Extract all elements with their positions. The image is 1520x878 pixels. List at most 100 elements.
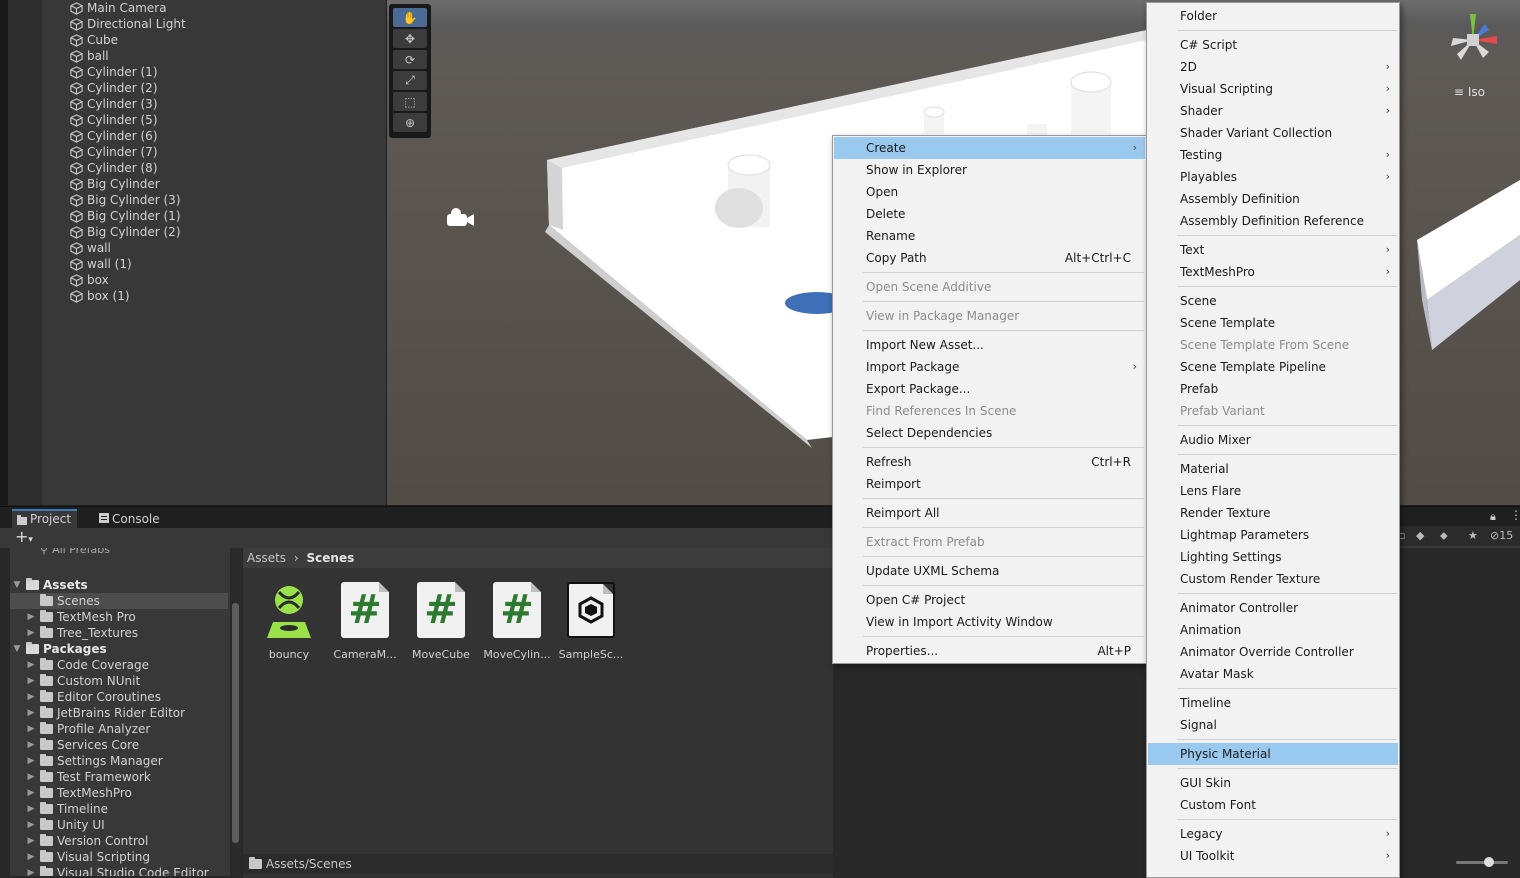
rect-tool-button[interactable]: ⬚	[393, 92, 427, 111]
menu-item[interactable]: C# Script	[1148, 34, 1398, 56]
chevron-right-icon[interactable]: ▶	[26, 689, 36, 705]
menu-item[interactable]: Open	[834, 181, 1145, 203]
rotate-tool-button[interactable]: ⟳	[393, 50, 427, 69]
menu-item[interactable]: Shader ›	[1148, 100, 1398, 122]
zoom-slider-thumb[interactable]	[1484, 857, 1494, 867]
tab-project[interactable]: Project	[12, 509, 78, 529]
breadcrumb-scenes[interactable]: Scenes	[307, 551, 355, 565]
menu-item[interactable]: Copy Path Alt+Ctrl+C	[834, 247, 1145, 269]
tree-item[interactable]: ▶ Tree_Textures	[10, 625, 228, 641]
menu-item[interactable]: Scene Template	[1148, 312, 1398, 334]
chevron-right-icon[interactable]: ▶	[26, 609, 36, 625]
projection-toggle[interactable]: ≡ Iso	[1454, 85, 1485, 99]
tree-item[interactable]: ▶ Version Control	[10, 833, 228, 849]
chevron-right-icon[interactable]: ▶	[26, 753, 36, 769]
menu-item[interactable]: Testing ›	[1148, 144, 1398, 166]
chevron-right-icon[interactable]: ▶	[26, 737, 36, 753]
menu-item[interactable]: Delete	[834, 203, 1145, 225]
breadcrumb-assets[interactable]: Assets	[247, 551, 286, 565]
chevron-right-icon[interactable]: ▶	[26, 721, 36, 737]
menu-item[interactable]: Animator Controller	[1148, 597, 1398, 619]
menu-item[interactable]: UI Toolkit ›	[1148, 845, 1398, 867]
menu-item[interactable]: Audio Mixer	[1148, 429, 1398, 451]
hand-tool-button[interactable]: ✋	[393, 8, 427, 27]
hierarchy-item[interactable]: Big Cylinder (3)	[70, 192, 181, 208]
menu-item[interactable]: Refresh Ctrl+R	[834, 451, 1145, 473]
hierarchy-item[interactable]: Cylinder (1)	[70, 64, 158, 80]
menu-item[interactable]: Material	[1148, 458, 1398, 480]
menu-item[interactable]: Animation	[1148, 619, 1398, 641]
menu-item[interactable]: Timeline	[1148, 692, 1398, 714]
menu-item[interactable]: Custom Render Texture	[1148, 568, 1398, 590]
hierarchy-item[interactable]: Directional Light	[70, 16, 186, 32]
menu-item[interactable]: Playables ›	[1148, 166, 1398, 188]
menu-item[interactable]: Select Dependencies	[834, 422, 1145, 444]
hidden-packages-toggle[interactable]: ⊘15	[1490, 530, 1520, 542]
tab-console[interactable]: Console	[94, 509, 166, 529]
tree-item[interactable]: ▶ TextMeshPro	[10, 785, 228, 801]
menu-item[interactable]: Scene	[1148, 290, 1398, 312]
hierarchy-item[interactable]: Main Camera	[70, 0, 167, 16]
zoom-slider[interactable]	[1456, 857, 1508, 867]
chevron-right-icon[interactable]: ▶	[26, 673, 36, 689]
tree-item[interactable]: ▶ Services Core	[10, 737, 228, 753]
lock-icon[interactable]: 🔒︎	[1490, 510, 1496, 524]
tree-item[interactable]: ▶ Visual Studio Code Editor	[10, 865, 228, 876]
menu-item[interactable]: Lightmap Parameters	[1148, 524, 1398, 546]
asset-bouncy[interactable]: bouncy	[253, 582, 325, 661]
create-dropdown-button[interactable]: +▾	[15, 528, 33, 549]
menu-item[interactable]: Reimport All	[834, 502, 1145, 524]
tree-scroll-thumb[interactable]	[232, 603, 239, 843]
hierarchy-item[interactable]: Cylinder (2)	[70, 80, 158, 96]
tree-item[interactable]: ▶ JetBrains Rider Editor	[10, 705, 228, 721]
hierarchy-item[interactable]: box	[70, 272, 109, 288]
menu-item[interactable]: Reimport	[834, 473, 1145, 495]
menu-item[interactable]: Visual Scripting ›	[1148, 78, 1398, 100]
menu-item[interactable]: Custom Font	[1148, 794, 1398, 816]
asset-cameramove[interactable]: # CameraM...	[329, 582, 401, 661]
menu-item[interactable]: Render Texture	[1148, 502, 1398, 524]
menu-item[interactable]: Lens Flare	[1148, 480, 1398, 502]
label-icon[interactable]: ⬥	[1440, 530, 1452, 542]
menu-item[interactable]: Rename	[834, 225, 1145, 247]
menu-item[interactable]: Scene Template Pipeline	[1148, 356, 1398, 378]
hierarchy-item[interactable]: wall (1)	[70, 256, 132, 272]
tree-item[interactable]: ▶ Settings Manager	[10, 753, 228, 769]
hierarchy-item[interactable]: Cylinder (5)	[70, 112, 158, 128]
search-by-type-icon[interactable]: ◆	[1416, 530, 1428, 542]
chevron-right-icon[interactable]: ▶	[26, 865, 36, 876]
tree-item[interactable]: ▶ Unity UI	[10, 817, 228, 833]
search-all-prefabs[interactable]: ⚲ All Prefabs	[40, 548, 230, 558]
menu-item[interactable]: View in Import Activity Window	[834, 611, 1145, 633]
hierarchy-item[interactable]: Cylinder (6)	[70, 128, 158, 144]
hierarchy-item[interactable]: Big Cylinder (2)	[70, 224, 181, 240]
menu-item[interactable]: Physic Material	[1148, 743, 1398, 765]
menu-item[interactable]: Import Package ›	[834, 356, 1145, 378]
tree-item[interactable]: ▶ Custom NUnit	[10, 673, 228, 689]
chevron-right-icon[interactable]: ▶	[26, 705, 36, 721]
hierarchy-item[interactable]: Cylinder (3)	[70, 96, 158, 112]
hierarchy-item[interactable]: wall	[70, 240, 111, 256]
chevron-right-icon[interactable]: ▶	[26, 833, 36, 849]
chevron-right-icon[interactable]: ▶	[26, 657, 36, 673]
tree-item[interactable]: ▶ Timeline	[10, 801, 228, 817]
chevron-down-icon[interactable]: ▼	[12, 641, 22, 657]
chevron-down-icon[interactable]: ▼	[12, 577, 22, 593]
hierarchy-item[interactable]: box (1)	[70, 288, 130, 304]
kebab-menu-icon[interactable]: ⋮	[1510, 508, 1520, 522]
hierarchy-item[interactable]: ball	[70, 48, 109, 64]
hierarchy-item[interactable]: Big Cylinder	[70, 176, 160, 192]
tree-scrollbar[interactable]	[230, 548, 242, 876]
menu-item[interactable]: Signal	[1148, 714, 1398, 736]
menu-item[interactable]: Assembly Definition Reference	[1148, 210, 1398, 232]
tree-item[interactable]: ▶ Code Coverage	[10, 657, 228, 673]
tree-item[interactable]: ▶ TextMesh Pro	[10, 609, 228, 625]
transform-tool-button[interactable]: ⊕	[393, 113, 427, 132]
menu-item[interactable]: Lighting Settings	[1148, 546, 1398, 568]
chevron-right-icon[interactable]: ▶	[26, 849, 36, 865]
menu-item[interactable]: Prefab	[1148, 378, 1398, 400]
menu-item[interactable]: Show in Explorer	[834, 159, 1145, 181]
hierarchy-item[interactable]: Cylinder (8)	[70, 160, 158, 176]
chevron-right-icon[interactable]: ▶	[26, 625, 36, 641]
menu-item[interactable]: GUI Skin	[1148, 772, 1398, 794]
